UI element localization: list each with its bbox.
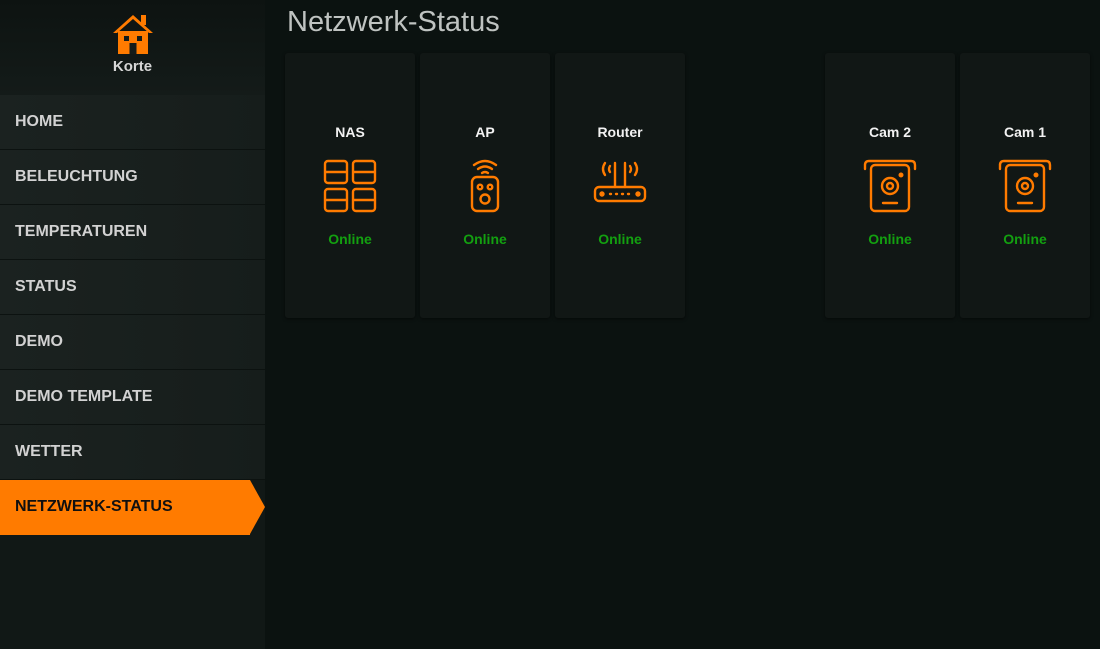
sidebar-item-wetter[interactable]: WETTER (0, 425, 265, 480)
device-card-nas[interactable]: NAS Online (285, 53, 415, 318)
camera-icon (998, 159, 1052, 213)
device-name: AP (475, 124, 495, 140)
status-badge: Online (868, 231, 912, 247)
status-badge: Online (463, 231, 507, 247)
house-icon (112, 15, 153, 54)
device-name: Router (597, 124, 643, 140)
sidebar-item-temperaturen[interactable]: TEMPERATUREN (0, 205, 265, 260)
device-name: Cam 1 (1003, 124, 1047, 140)
sidebar-item-netzwerk-status[interactable]: NETZWERK-STATUS (0, 480, 265, 535)
status-badge: Online (1003, 231, 1047, 247)
device-card-cam-2[interactable]: Cam 2 Online (825, 53, 955, 318)
camera-icon (863, 159, 917, 213)
sidebar: Korte HOME BELEUCHTUNG TEMPERATUREN STAT… (0, 0, 265, 649)
router-icon (593, 161, 647, 203)
device-name: Cam 2 (868, 124, 912, 140)
sidebar-item-demo-template[interactable]: DEMO TEMPLATE (0, 370, 265, 425)
status-badge: Online (598, 231, 642, 247)
device-card-ap[interactable]: AP Online (420, 53, 550, 318)
access-point-icon (470, 159, 500, 213)
sidebar-nav: HOME BELEUCHTUNG TEMPERATUREN STATUS DEM… (0, 95, 265, 535)
device-card-router[interactable]: Router Online (555, 53, 685, 318)
brand[interactable]: Korte (0, 0, 265, 95)
device-name: NAS (335, 124, 365, 140)
page-title: Netzwerk-Status (287, 6, 500, 38)
app: Korte HOME BELEUCHTUNG TEMPERATUREN STAT… (0, 0, 1100, 649)
brand-name: Korte (112, 58, 153, 75)
status-badge: Online (328, 231, 372, 247)
sidebar-item-beleuchtung[interactable]: BELEUCHTUNG (0, 150, 265, 205)
sidebar-item-status[interactable]: STATUS (0, 260, 265, 315)
device-card-cam-1[interactable]: Cam 1 Online (960, 53, 1090, 318)
sidebar-item-demo[interactable]: DEMO (0, 315, 265, 370)
sidebar-item-home[interactable]: HOME (0, 95, 265, 150)
nas-icon (323, 159, 377, 213)
